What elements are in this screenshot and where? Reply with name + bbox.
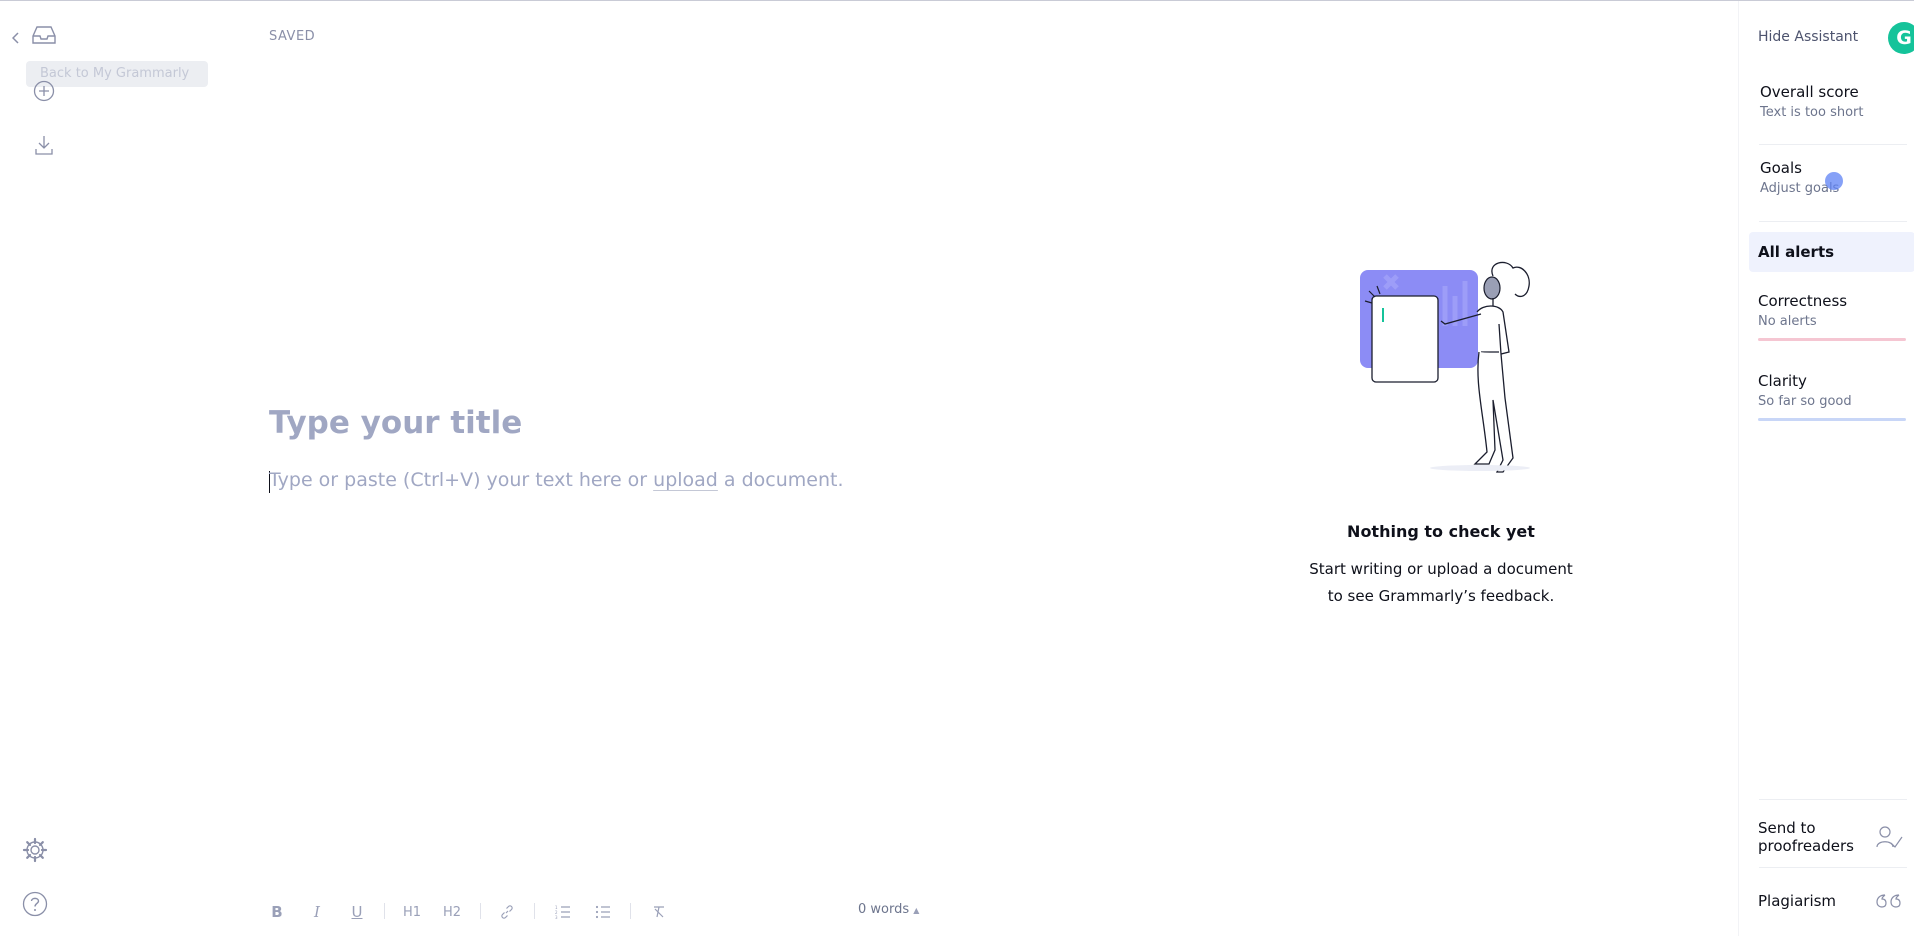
divider xyxy=(1759,221,1907,222)
correctness-status: No alerts xyxy=(1758,314,1817,329)
bold-button[interactable]: B xyxy=(268,901,286,923)
send-label-line-1: Send to xyxy=(1758,819,1816,837)
empty-state-title: Nothing to check yet xyxy=(1347,522,1535,541)
caret-up-icon: ▲ xyxy=(913,906,920,915)
overall-score-status: Text is too short xyxy=(1760,105,1864,120)
assistant-sidebar: Hide Assistant G Overall score Text is t… xyxy=(1738,1,1914,936)
divider xyxy=(1759,867,1907,868)
italic-button[interactable]: I xyxy=(308,901,326,923)
send-label-line-2: proofreaders xyxy=(1758,837,1854,855)
clarity-status: So far so good xyxy=(1758,394,1852,409)
word-count-label: 0 words xyxy=(858,902,910,917)
correctness-bar xyxy=(1758,338,1906,341)
overall-score[interactable]: Overall score Text is too short xyxy=(1760,83,1864,120)
new-document-icon[interactable] xyxy=(31,78,57,104)
clear-formatting-icon[interactable] xyxy=(648,901,670,923)
inbox-icon[interactable] xyxy=(30,23,58,47)
back-chevron-icon[interactable] xyxy=(9,29,23,47)
clarity-title: Clarity xyxy=(1758,372,1807,390)
quote-marks-icon[interactable] xyxy=(1875,893,1903,917)
empty-state-illustration xyxy=(1360,261,1530,473)
empty-state-line-1: Start writing or upload a document xyxy=(1309,560,1573,578)
all-alerts-tab[interactable]: All alerts xyxy=(1749,232,1914,272)
divider xyxy=(1759,799,1907,800)
upload-link[interactable]: upload xyxy=(653,469,718,491)
download-icon[interactable] xyxy=(31,132,57,158)
correctness-category[interactable]: Correctness No alerts xyxy=(1758,292,1906,341)
help-icon[interactable] xyxy=(21,890,49,918)
settings-gear-icon[interactable] xyxy=(21,836,49,864)
body-placeholder-start: Type or paste (Ctrl+V) your text here or xyxy=(269,469,654,491)
toolbar-divider xyxy=(384,903,385,919)
title-input[interactable]: Type your title xyxy=(269,405,522,441)
cursor-indicator xyxy=(1825,172,1843,190)
underline-button[interactable]: U xyxy=(348,901,366,923)
body-input[interactable]: Type or paste (Ctrl+V) your text here or… xyxy=(269,469,844,491)
toolbar-divider xyxy=(630,903,631,919)
overall-score-title: Overall score xyxy=(1760,83,1859,101)
empty-state-description: Start writing or upload a document to se… xyxy=(1290,556,1592,610)
body-placeholder-end: a document. xyxy=(717,469,844,491)
grammarly-editor: Back to My Grammarly SAVED Type your tit… xyxy=(0,0,1914,936)
numbered-list-icon[interactable]: 123 xyxy=(552,901,574,923)
clarity-category[interactable]: Clarity So far so good xyxy=(1758,372,1906,421)
plagiarism-button[interactable]: Plagiarism xyxy=(1758,892,1836,910)
hide-assistant-button[interactable]: Hide Assistant xyxy=(1758,29,1858,45)
empty-state-line-2: to see Grammarly’s feedback. xyxy=(1327,587,1555,605)
heading2-button[interactable]: H2 xyxy=(440,901,464,923)
word-count[interactable]: 0 words ▲ xyxy=(858,902,919,917)
correctness-title: Correctness xyxy=(1758,292,1848,310)
saved-status: SAVED xyxy=(269,29,316,44)
send-to-proofreaders-button[interactable]: Send to proofreaders xyxy=(1758,819,1854,855)
svg-text:3: 3 xyxy=(555,915,558,919)
toolbar-divider xyxy=(534,903,535,919)
proofreader-person-icon[interactable] xyxy=(1875,825,1903,855)
heading1-button[interactable]: H1 xyxy=(400,901,424,923)
bullet-list-icon[interactable] xyxy=(592,901,614,923)
clarity-bar xyxy=(1758,418,1906,421)
toolbar-divider xyxy=(480,903,481,919)
grammarly-logo[interactable]: G xyxy=(1888,22,1914,54)
link-icon[interactable] xyxy=(496,901,518,923)
divider xyxy=(1759,144,1907,145)
